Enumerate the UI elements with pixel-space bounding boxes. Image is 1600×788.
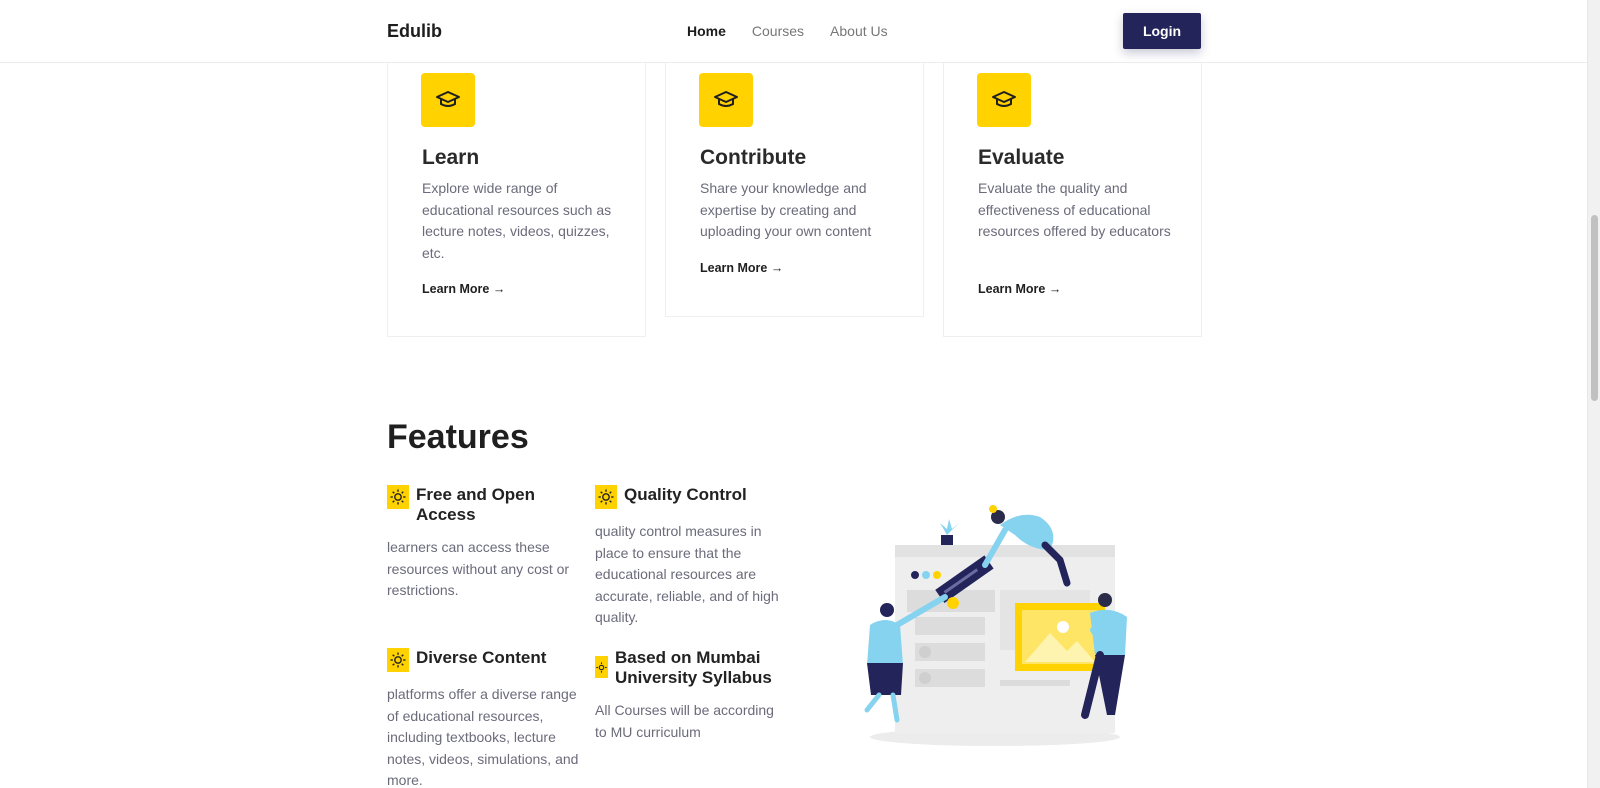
card-description: Evaluate the quality and effectiveness o… [978, 180, 1171, 239]
card-title: Contribute [700, 146, 807, 169]
nav-home[interactable]: Home [687, 23, 726, 39]
sun-icon [387, 485, 409, 509]
site-header: Edulib Home Courses About Us Login [0, 0, 1587, 63]
feature-title: Quality Control [624, 485, 747, 504]
card-contribute: Contribute Share your knowledge and expe… [665, 40, 924, 317]
feature-description: All Courses will be according to MU curr… [595, 702, 774, 740]
card-title: Evaluate [978, 146, 1065, 169]
feature-description: quality control measures in place to ens… [595, 523, 779, 625]
card-learn: Learn Explore wide range of educational … [387, 40, 646, 337]
feature-diverse-content: Diverse Content platforms offer a divers… [387, 648, 582, 788]
sun-icon [595, 656, 608, 678]
feature-title: Free and Open Access [416, 485, 536, 524]
collaboration-illustration [845, 505, 1145, 755]
feature-title: Based on Mumbai University Syllabus [615, 648, 772, 687]
card-title: Learn [422, 146, 480, 169]
graduation-cap-icon [421, 73, 475, 127]
learn-more-link[interactable]: Learn More → [978, 282, 1061, 296]
scrollbar-thumb[interactable] [1591, 215, 1598, 401]
nav-courses[interactable]: Courses [752, 23, 804, 39]
features-heading: Features [387, 418, 529, 456]
feature-quality-control: Quality Control quality control measures… [595, 485, 785, 629]
card-evaluate: Evaluate Evaluate the quality and effect… [943, 40, 1202, 337]
learn-more-link[interactable]: Learn More → [422, 282, 505, 296]
feature-title: Diverse Content [416, 648, 547, 667]
brand-logo[interactable]: Edulib [387, 21, 442, 42]
card-description: Share your knowledge and expertise by cr… [700, 180, 872, 239]
feature-description: platforms offer a diverse range of educa… [387, 686, 579, 788]
sun-icon [595, 485, 617, 509]
feature-description: learners can access these resources with… [387, 539, 570, 598]
graduation-cap-icon [977, 73, 1031, 127]
main-nav: Home Courses About Us [687, 23, 914, 39]
card-description: Explore wide range of educational resour… [422, 180, 612, 261]
page-scrollbar[interactable] [1587, 0, 1600, 788]
nav-about-us[interactable]: About Us [830, 23, 888, 39]
feature-mumbai-university-syllabus: Based on Mumbai University Syllabus All … [595, 648, 785, 743]
learn-more-link[interactable]: Learn More → [700, 261, 783, 275]
graduation-cap-icon [699, 73, 753, 127]
login-button[interactable]: Login [1123, 13, 1201, 49]
feature-free-open-access: Free and Open Access learners can access… [387, 485, 577, 602]
sun-icon [387, 648, 409, 672]
